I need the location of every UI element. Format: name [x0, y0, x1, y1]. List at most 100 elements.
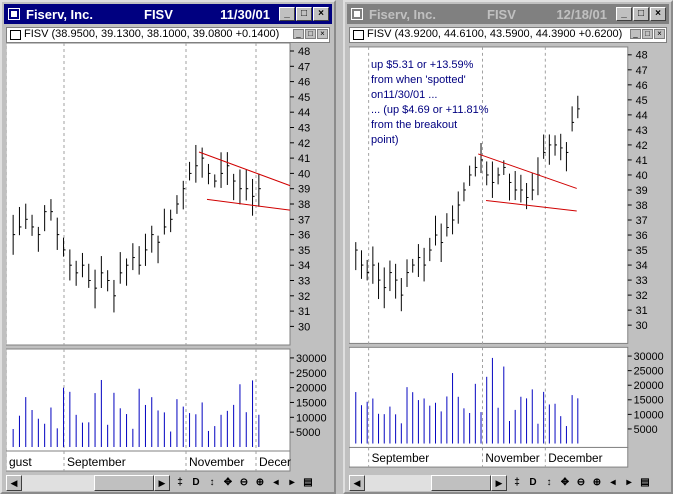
chart-window-icon[interactable]: [351, 8, 363, 20]
pane-minimize-button[interactable]: _: [293, 29, 304, 39]
price-tick-label: 37: [636, 215, 648, 227]
pane-maximize-button[interactable]: □: [642, 29, 653, 39]
price-tick-label: 48: [298, 46, 310, 58]
volume-tick-label: 25000: [634, 366, 664, 378]
toolbar-tool-7[interactable]: ▸: [621, 475, 637, 491]
date-axis-label: September: [67, 455, 126, 469]
scroll-right-arrow[interactable]: ▶: [154, 475, 170, 491]
price-tick-label: 46: [298, 77, 310, 89]
volume-tick-label: 20000: [296, 383, 327, 395]
price-tick-label: 40: [636, 170, 648, 182]
price-tick-label: 31: [636, 305, 648, 317]
window-title-company: Fiserv, Inc.: [26, 7, 93, 22]
toolbar-tool-1[interactable]: D: [525, 475, 541, 491]
pane-close-button[interactable]: ×: [654, 29, 665, 39]
toolbar-tool-0[interactable]: ‡: [172, 475, 188, 491]
toolbar-tool-8[interactable]: ▤: [300, 475, 316, 491]
price-tick-label: 38: [636, 200, 648, 212]
annotation-line: from when 'spotted': [371, 74, 466, 86]
volume-panel: [6, 348, 291, 452]
price-tick-label: 45: [298, 92, 310, 104]
volume-tick-label: 20000: [634, 380, 664, 392]
price-tick-label: 32: [298, 291, 310, 303]
toolbar-tool-2[interactable]: ↕: [204, 475, 220, 491]
title-bar[interactable]: Fiserv, Inc. FISV 11/30/01 _ □ ×: [4, 4, 332, 24]
horizontal-scrollbar[interactable]: ◀ ▶ ‡ D ↕ ✥ ⊖ ⊕ ◂ ▸ ▤: [6, 475, 330, 491]
toolbar-tool-7[interactable]: ▸: [284, 475, 300, 491]
price-panel: [6, 43, 291, 346]
pane-close-button[interactable]: ×: [317, 29, 328, 39]
price-tick-label: 46: [636, 80, 648, 92]
pane-minimize-button[interactable]: _: [630, 29, 641, 39]
price-tick-label: 48: [636, 50, 648, 62]
price-tick-label: 44: [298, 107, 310, 119]
toolbar-tool-1[interactable]: D: [188, 475, 204, 491]
horizontal-scrollbar[interactable]: ◀ ▶ ‡ D ↕ ✥ ⊖ ⊕ ◂ ▸ ▤: [349, 475, 667, 491]
date-axis-label: November: [485, 452, 539, 465]
price-volume-chart[interactable]: 48 47 46 45 44 43 42 41 40 39 38 37 36 35 34 33 32 31 30 30…: [6, 43, 332, 473]
toolbar-tool-2[interactable]: ↕: [541, 475, 557, 491]
window-title-date: 12/18/01: [556, 7, 607, 22]
date-axis-label: November: [189, 455, 244, 469]
scroll-track[interactable]: [365, 475, 491, 491]
maximize-button[interactable]: □: [296, 7, 312, 21]
scroll-thumb[interactable]: [431, 475, 491, 491]
quote-line-bar: FISV (38.9500, 39.1300, 38.1000, 39.0800…: [6, 27, 330, 43]
window-title-symbol: FISV: [487, 7, 516, 22]
toolbar-tool-0[interactable]: ‡: [509, 475, 525, 491]
annotation-line: from the breakout: [371, 119, 458, 131]
pane-maximize-button[interactable]: □: [305, 29, 316, 39]
scroll-left-arrow[interactable]: ◀: [6, 475, 22, 491]
minimize-button[interactable]: _: [279, 7, 295, 21]
close-button[interactable]: ×: [650, 7, 666, 21]
chart-toolbar: ‡ D ↕ ✥ ⊖ ⊕ ◂ ▸ ▤: [509, 475, 653, 491]
volume-tick-label: 25000: [296, 368, 327, 380]
scroll-right-arrow[interactable]: ▶: [491, 475, 507, 491]
annotation-line: point): [371, 134, 399, 146]
toolbar-tool-5[interactable]: ⊕: [589, 475, 605, 491]
study-icon[interactable]: [10, 30, 21, 40]
volume-tick-label: 5000: [634, 424, 658, 436]
price-tick-label: 37: [298, 214, 310, 226]
volume-tick-label: 5000: [296, 427, 320, 439]
toolbar-tool-4[interactable]: ⊖: [236, 475, 252, 491]
scroll-track[interactable]: [22, 475, 154, 491]
toolbar-tool-4[interactable]: ⊖: [573, 475, 589, 491]
toolbar-tool-3[interactable]: ✥: [557, 475, 573, 491]
chart-window-icon[interactable]: [8, 8, 20, 20]
close-button[interactable]: ×: [313, 7, 329, 21]
chart-window-right[interactable]: Fiserv, Inc. FISV 12/18/01 _ □ × FISV (4…: [343, 0, 673, 494]
price-tick-label: 33: [298, 276, 310, 288]
volume-panel: [349, 346, 629, 448]
date-axis-label: Decer: [259, 455, 291, 469]
volume-tick-label: 10000: [296, 412, 327, 424]
toolbar-tool-6[interactable]: ◂: [605, 475, 621, 491]
maximize-button[interactable]: □: [633, 7, 649, 21]
toolbar-tool-8[interactable]: ▤: [637, 475, 653, 491]
date-axis-panel: [6, 450, 291, 472]
price-tick-label: 47: [636, 65, 648, 77]
price-tick-label: 35: [636, 245, 648, 257]
minimize-button[interactable]: _: [616, 7, 632, 21]
volume-tick-label: 30000: [296, 353, 327, 365]
toolbar-tool-5[interactable]: ⊕: [252, 475, 268, 491]
date-axis-label: December: [548, 452, 602, 465]
study-icon[interactable]: [353, 30, 364, 40]
scroll-thumb[interactable]: [94, 475, 154, 491]
price-tick-label: 41: [298, 153, 310, 165]
scroll-left-arrow[interactable]: ◀: [349, 475, 365, 491]
toolbar-tool-6[interactable]: ◂: [268, 475, 284, 491]
quote-line-bar: FISV (43.9200, 44.6100, 43.5900, 44.3900…: [349, 27, 667, 43]
price-tick-label: 31: [298, 306, 310, 318]
chart-window-left[interactable]: Fiserv, Inc. FISV 11/30/01 _ □ × FISV (3…: [0, 0, 336, 494]
price-tick-label: 36: [298, 230, 310, 242]
price-tick-label: 44: [636, 110, 648, 122]
toolbar-tool-3[interactable]: ✥: [220, 475, 236, 491]
price-tick-label: 34: [636, 260, 648, 272]
price-tick-label: 47: [298, 61, 310, 73]
price-tick-label: 41: [636, 155, 648, 167]
annotation-line: ... (up $4.69 or +11.81%: [371, 104, 489, 116]
window-title-symbol: FISV: [144, 7, 173, 22]
title-bar[interactable]: Fiserv, Inc. FISV 12/18/01 _ □ ×: [347, 4, 669, 24]
price-tick-label: 30: [298, 321, 310, 333]
